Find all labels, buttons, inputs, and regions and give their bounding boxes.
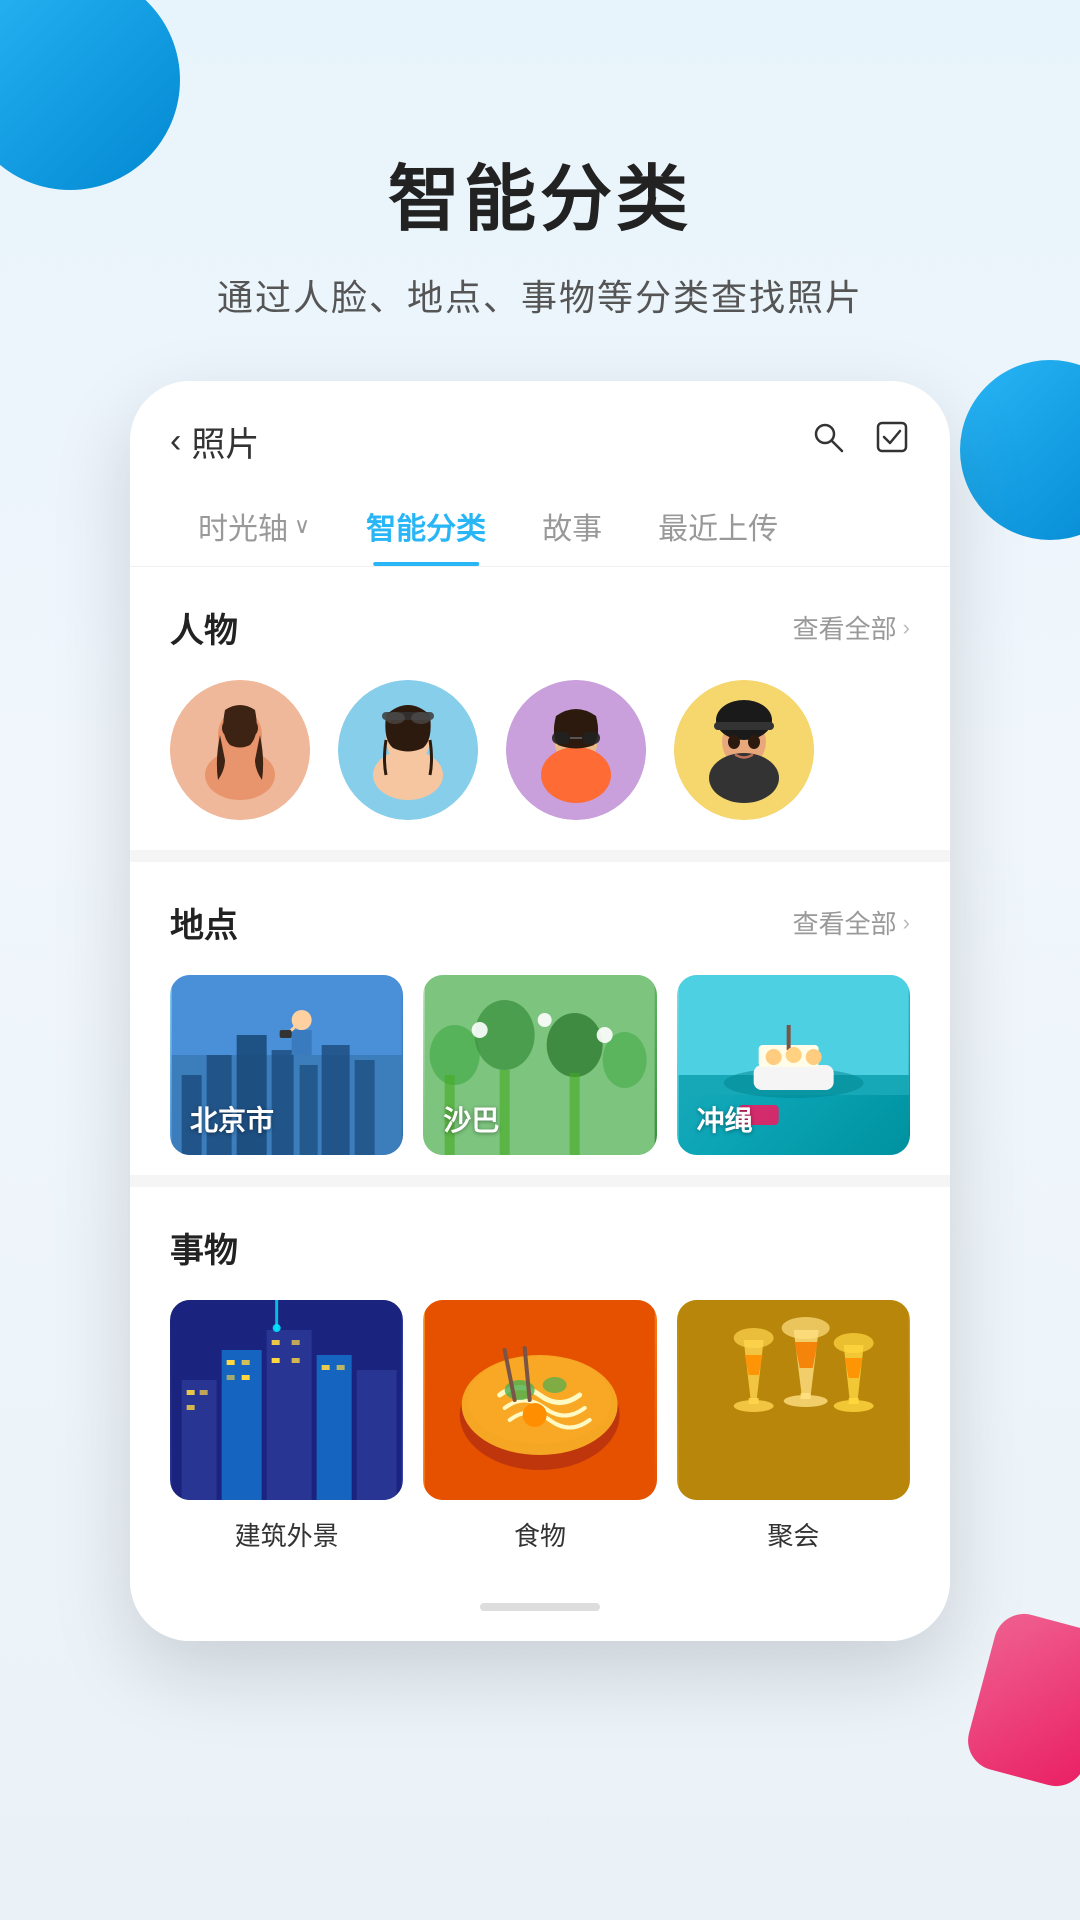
tab-recent-upload[interactable]: 最近上传 bbox=[630, 486, 806, 566]
app-header: ‹ 照片 bbox=[130, 381, 950, 486]
tab-timeline[interactable]: 时光轴 ∨ bbox=[170, 486, 338, 566]
location-label-shaba: 沙巴 bbox=[443, 1099, 499, 1139]
app-content: ‹ 照片 bbox=[130, 381, 950, 1641]
locations-view-all-button[interactable]: 查看全部 › bbox=[793, 904, 910, 941]
person-avatar-4[interactable] bbox=[674, 680, 814, 820]
locations-section-header: 地点 查看全部 › bbox=[170, 898, 910, 947]
thing-bg-food bbox=[423, 1300, 656, 1500]
location-bg-3: 冲绳 bbox=[677, 975, 910, 1155]
people-avatars-row bbox=[170, 680, 910, 830]
bottom-bar bbox=[130, 1583, 950, 1641]
phone-mockup: ‹ 照片 bbox=[130, 381, 950, 1641]
location-label-okinawa: 冲绳 bbox=[697, 1099, 753, 1139]
divider-2 bbox=[130, 1175, 950, 1187]
avatar-image-4 bbox=[674, 680, 814, 820]
avatar-image-2 bbox=[338, 680, 478, 820]
page-subtitle: 通过人脸、地点、事物等分类查找照片 bbox=[0, 269, 1080, 321]
tab-stories[interactable]: 故事 bbox=[514, 486, 630, 566]
things-row bbox=[170, 1300, 910, 1500]
location-card-shaba[interactable]: 沙巴 bbox=[423, 975, 656, 1155]
bg-decor-circle-right bbox=[960, 360, 1080, 540]
thing-card-architecture[interactable] bbox=[170, 1300, 403, 1500]
locations-view-all-arrow: › bbox=[903, 910, 910, 936]
locations-view-all-label: 查看全部 bbox=[793, 904, 897, 941]
location-card-beijing[interactable]: 北京市 bbox=[170, 975, 403, 1155]
location-card-okinawa[interactable]: 冲绳 bbox=[677, 975, 910, 1155]
thing-bg-party bbox=[677, 1300, 910, 1500]
location-bg-1: 北京市 bbox=[170, 975, 403, 1155]
header-section: 智能分类 通过人脸、地点、事物等分类查找照片 bbox=[0, 0, 1080, 381]
tab-smart-classify[interactable]: 智能分类 bbox=[338, 486, 514, 566]
locations-row: 北京市 bbox=[170, 975, 910, 1155]
location-bg-2: 沙巴 bbox=[423, 975, 656, 1155]
navigation-tabs: 时光轴 ∨ 智能分类 故事 最近上传 bbox=[130, 486, 950, 567]
things-section-header: 事物 bbox=[170, 1223, 910, 1272]
people-section: 人物 查看全部 › bbox=[130, 567, 950, 850]
location-label-beijing: 北京市 bbox=[190, 1099, 274, 1139]
bg-decor-pink-right bbox=[961, 1607, 1080, 1793]
thing-card-party[interactable] bbox=[677, 1300, 910, 1500]
select-icon[interactable] bbox=[874, 419, 910, 464]
person-avatar-2[interactable] bbox=[338, 680, 478, 820]
thing-card-food[interactable] bbox=[423, 1300, 656, 1500]
people-view-all-label: 查看全部 bbox=[793, 609, 897, 646]
people-view-all-arrow: › bbox=[903, 615, 910, 641]
back-arrow-icon: ‹ bbox=[170, 422, 181, 461]
page-main-title: 智能分类 bbox=[0, 140, 1080, 245]
person-avatar-3[interactable] bbox=[506, 680, 646, 820]
timeline-tab-label: 时光轴 ∨ bbox=[198, 504, 310, 548]
home-indicator bbox=[480, 1603, 600, 1611]
thing-label-party: 聚会 bbox=[677, 1516, 910, 1553]
avatar-image-1 bbox=[170, 680, 310, 820]
search-icon[interactable] bbox=[810, 419, 846, 464]
people-section-header: 人物 查看全部 › bbox=[170, 603, 910, 652]
things-section-title: 事物 bbox=[170, 1223, 238, 1272]
things-section: 事物 bbox=[130, 1187, 950, 1583]
people-view-all-button[interactable]: 查看全部 › bbox=[793, 609, 910, 646]
thing-label-architecture: 建筑外景 bbox=[170, 1516, 403, 1553]
divider-1 bbox=[130, 850, 950, 862]
locations-section-title: 地点 bbox=[170, 898, 238, 947]
person-avatar-1[interactable] bbox=[170, 680, 310, 820]
header-icons bbox=[810, 419, 910, 464]
things-labels-row: 建筑外景 食物 聚会 bbox=[170, 1500, 910, 1563]
avatar-image-3 bbox=[506, 680, 646, 820]
timeline-dropdown-arrow: ∨ bbox=[294, 513, 310, 539]
back-button[interactable]: ‹ 照片 bbox=[170, 417, 259, 466]
locations-section: 地点 查看全部 › bbox=[130, 862, 950, 1175]
app-page-title: 照片 bbox=[191, 417, 259, 466]
thing-label-food: 食物 bbox=[423, 1516, 656, 1553]
thing-bg-architecture bbox=[170, 1300, 403, 1500]
people-section-title: 人物 bbox=[170, 603, 238, 652]
